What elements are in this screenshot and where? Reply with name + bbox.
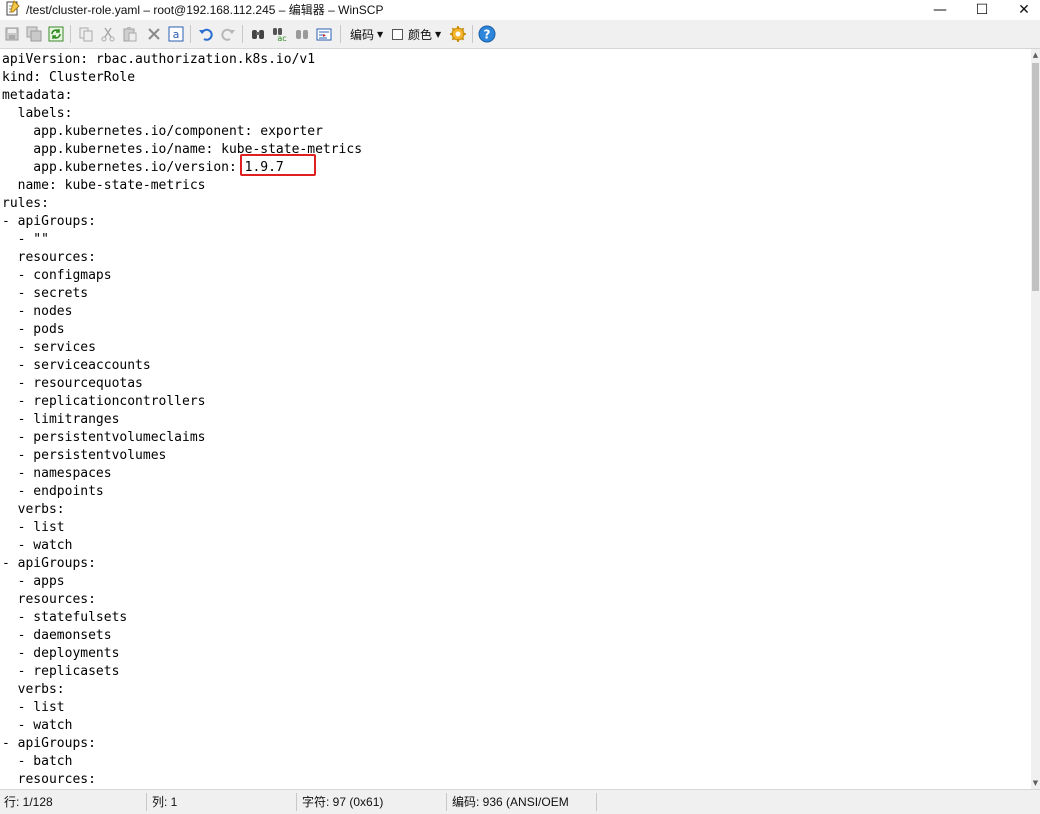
svg-text:?: ?: [484, 28, 491, 42]
undo-icon[interactable]: [196, 24, 216, 44]
toolbar-separator: [70, 25, 71, 43]
code-line: - apiGroups:: [2, 214, 96, 229]
status-bar: 行: 1/128 列: 1 字符: 97 (0x61) 编码: 936 (ANS…: [0, 789, 1040, 814]
code-line: - watch: [2, 718, 73, 733]
code-line: rules:: [2, 196, 49, 211]
code-line: resources:: [2, 772, 96, 787]
code-line: - deployments: [2, 646, 120, 661]
settings-icon[interactable]: [448, 24, 468, 44]
status-divider: [146, 793, 147, 811]
code-line: - replicationcontrollers: [2, 394, 206, 409]
code-line: verbs:: [2, 682, 65, 697]
code-line: - "": [2, 232, 49, 247]
color-checkbox[interactable]: [392, 28, 403, 40]
code-line: resources:: [2, 592, 96, 607]
toolbar-separator: [190, 25, 191, 43]
vertical-scrollbar[interactable]: ▲ ▼: [1031, 49, 1040, 789]
code-line: labels:: [2, 106, 73, 121]
title-bar: /test/cluster-role.yaml – root@192.168.1…: [0, 0, 1040, 20]
svg-text:ac: ac: [277, 34, 286, 42]
minimize-button[interactable]: —: [920, 0, 960, 20]
code-line: - nodes: [2, 304, 73, 319]
toolbar-separator: [242, 25, 243, 43]
encoding-dropdown[interactable]: 编码 ▼: [350, 25, 383, 43]
code-line: apiVersion: rbac.authorization.k8s.io/v1: [2, 52, 316, 67]
code-line: - configmaps: [2, 268, 112, 283]
code-line: - replicasets: [2, 664, 120, 679]
paste-icon[interactable]: [120, 24, 140, 44]
code-line: - statefulsets: [2, 610, 128, 625]
code-line: - list: [2, 520, 65, 535]
toolbar-separator: [472, 25, 473, 43]
code-line: name: kube-state-metrics: [2, 178, 206, 193]
code-line: - apiGroups:: [2, 556, 96, 571]
chevron-down-icon: ▼: [377, 29, 384, 39]
status-char: 字符: 97 (0x61): [302, 795, 384, 809]
find-next-icon[interactable]: [292, 24, 312, 44]
code-line: - batch: [2, 754, 73, 769]
status-encoding: 编码: 936 (ANSI/OEM: [452, 795, 569, 809]
code-line: - persistentvolumeclaims: [2, 430, 206, 445]
code-line: - list: [2, 700, 65, 715]
cut-icon[interactable]: [98, 24, 118, 44]
status-divider: [296, 793, 297, 811]
code-line: - pods: [2, 322, 65, 337]
color-dropdown-label: 颜色: [408, 27, 433, 42]
goto-line-icon[interactable]: [314, 24, 334, 44]
status-divider: [446, 793, 447, 811]
save-icon[interactable]: [2, 24, 22, 44]
scroll-thumb[interactable]: [1032, 63, 1039, 291]
status-column: 列: 1: [152, 795, 178, 809]
code-line: verbs:: [2, 502, 65, 517]
code-line: metadata:: [2, 88, 73, 103]
code-line: - persistentvolumes: [2, 448, 167, 463]
window-title: /test/cluster-role.yaml – root@192.168.1…: [26, 3, 384, 17]
svg-text:a: a: [173, 28, 180, 41]
help-icon[interactable]: ?: [477, 24, 497, 44]
select-all-icon[interactable]: a: [166, 24, 186, 44]
code-line: - endpoints: [2, 484, 104, 499]
code-line: kind: ClusterRole: [2, 70, 136, 85]
code-line: - secrets: [2, 286, 89, 301]
code-line: - daemonsets: [2, 628, 112, 643]
scroll-up-arrow-icon[interactable]: ▲: [1031, 49, 1040, 61]
notepad-icon: [6, 0, 20, 16]
code-line: - serviceaccounts: [2, 358, 151, 373]
scroll-down-arrow-icon[interactable]: ▼: [1031, 777, 1040, 789]
code-line: resources:: [2, 250, 96, 265]
delete-icon[interactable]: [144, 24, 164, 44]
replace-icon[interactable]: ac: [270, 24, 290, 44]
find-icon[interactable]: [248, 24, 268, 44]
code-line: - namespaces: [2, 466, 112, 481]
code-line: - apps: [2, 574, 65, 589]
encoding-dropdown-label: 编码: [350, 27, 375, 42]
color-dropdown[interactable]: 颜色 ▼: [392, 25, 441, 43]
save-all-icon[interactable]: [24, 24, 44, 44]
code-line: - limitranges: [2, 412, 120, 427]
code-line: app.kubernetes.io/component: exporter: [2, 124, 323, 139]
editor-toolbar: a ac 编码 ▼ 颜色 ▼ ?: [0, 20, 1040, 49]
redo-icon[interactable]: [218, 24, 238, 44]
reload-icon[interactable]: [46, 24, 66, 44]
close-button[interactable]: ✕: [1004, 0, 1040, 20]
code-line: - services: [2, 340, 96, 355]
code-line: - apiGroups:: [2, 736, 96, 751]
version-highlight-box: [240, 154, 316, 176]
status-divider: [596, 793, 597, 811]
code-line: - watch: [2, 538, 73, 553]
text-editor[interactable]: apiVersion: rbac.authorization.k8s.io/v1…: [0, 49, 1031, 789]
copy-icon[interactable]: [76, 24, 96, 44]
toolbar-separator: [340, 25, 341, 43]
code-line: - resourcequotas: [2, 376, 143, 391]
status-line: 行: 1/128: [4, 795, 53, 809]
chevron-down-icon: ▼: [435, 29, 442, 39]
maximize-button[interactable]: ☐: [962, 0, 1002, 20]
